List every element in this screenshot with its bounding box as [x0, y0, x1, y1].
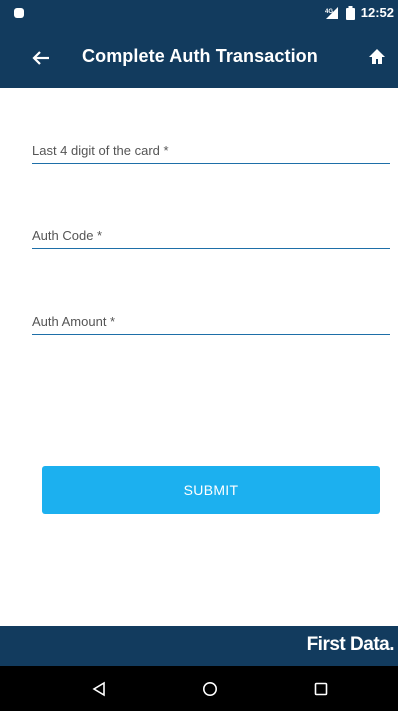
- nav-recent-apps-button[interactable]: [310, 678, 332, 700]
- square-recents-icon: [314, 682, 328, 696]
- status-bar: 4G 12:52: [0, 0, 398, 28]
- notification-icon: [14, 8, 24, 18]
- screen: 4G 12:52 Complete Auth Transaction SUBMI…: [0, 0, 398, 711]
- svg-text:4G: 4G: [325, 9, 333, 15]
- home-icon[interactable]: [368, 48, 386, 66]
- auth-code-input[interactable]: [32, 224, 390, 246]
- page-title: Complete Auth Transaction: [82, 46, 318, 66]
- circle-home-icon: [203, 682, 217, 696]
- navigation-bar: [0, 666, 398, 711]
- nav-back-button[interactable]: [88, 678, 110, 700]
- triangle-back-icon: [92, 681, 105, 697]
- signal-icon: 4G: [325, 6, 338, 19]
- nav-home-button[interactable]: [199, 678, 221, 700]
- brand-logo: First Data.: [306, 634, 395, 655]
- arrow-left-icon[interactable]: [30, 47, 52, 69]
- auth-code-field-container: [32, 224, 390, 249]
- status-time: 12:52: [360, 5, 394, 20]
- last-four-digits-input[interactable]: [32, 139, 390, 161]
- submit-button[interactable]: SUBMIT: [42, 466, 380, 514]
- last-four-digits-field-container: [32, 139, 390, 164]
- auth-amount-field-container: [32, 310, 390, 335]
- footer-bar: First Data.: [0, 626, 398, 666]
- auth-amount-input[interactable]: [32, 310, 390, 332]
- app-bar: Complete Auth Transaction: [0, 28, 398, 88]
- status-indicators: 4G 12:52: [324, 5, 394, 20]
- battery-icon: [345, 5, 355, 20]
